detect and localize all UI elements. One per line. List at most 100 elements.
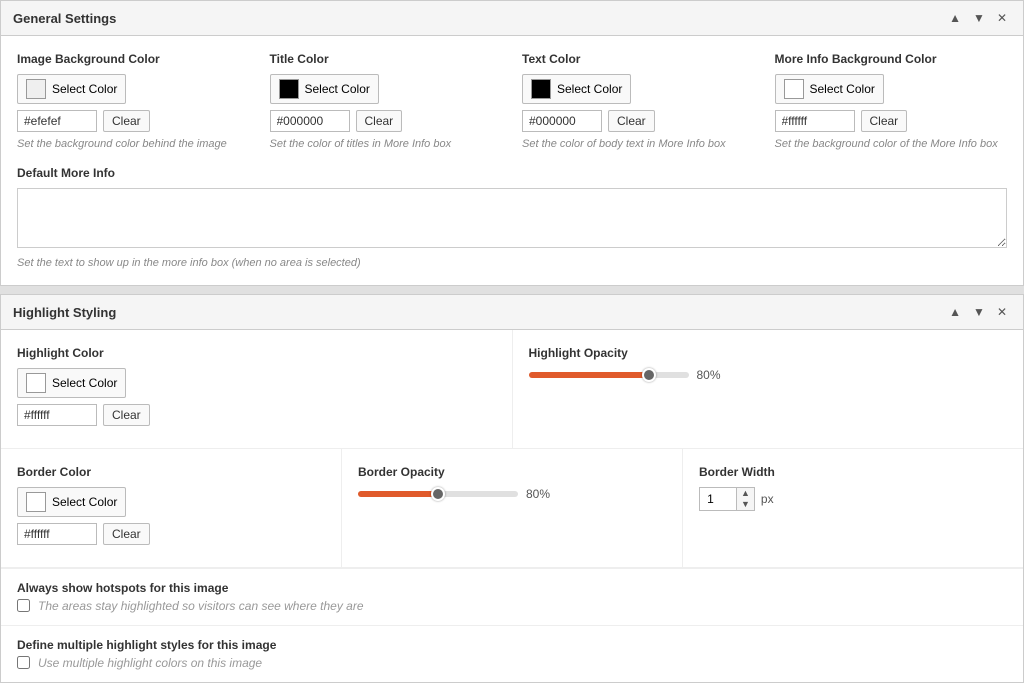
highlight-styling-title: Highlight Styling xyxy=(13,305,116,320)
image-bg-select-btn[interactable]: Select Color xyxy=(17,74,126,104)
border-row: Border Color Select Color Clear Border O… xyxy=(1,449,1023,568)
more-info-bg-hex-input[interactable] xyxy=(775,110,855,132)
border-width-down-btn[interactable]: ▼ xyxy=(737,499,754,510)
border-width-up-btn[interactable]: ▲ xyxy=(737,488,754,499)
more-info-bg-label: More Info Background Color xyxy=(775,52,1008,66)
text-color-value-row: Clear xyxy=(522,110,755,132)
border-width-col: Border Width ▲ ▼ px xyxy=(682,449,1023,567)
general-settings-close-btn[interactable]: ✕ xyxy=(993,9,1011,27)
title-color-btn-label: Select Color xyxy=(305,82,370,96)
default-more-info-textarea[interactable] xyxy=(17,188,1007,248)
border-opacity-track[interactable] xyxy=(358,491,518,497)
highlight-styling-header: Highlight Styling ▲ ▼ ✕ xyxy=(1,295,1023,330)
highlight-opacity-track[interactable] xyxy=(529,372,689,378)
image-bg-clear-btn[interactable]: Clear xyxy=(103,110,150,132)
border-color-swatch xyxy=(26,492,46,512)
border-width-input[interactable] xyxy=(700,489,736,509)
highlight-color-select-btn[interactable]: Select Color xyxy=(17,368,126,398)
highlight-styling-down-btn[interactable]: ▼ xyxy=(969,303,989,321)
highlight-opacity-label: Highlight Opacity xyxy=(529,346,1008,360)
more-info-bg-clear-btn[interactable]: Clear xyxy=(861,110,908,132)
default-more-info-label: Default More Info xyxy=(17,166,1007,180)
image-bg-value-row: Clear xyxy=(17,110,250,132)
text-color-label: Text Color xyxy=(522,52,755,66)
always-show-hotspots-title: Always show hotspots for this image xyxy=(17,581,1007,595)
general-settings-down-btn[interactable]: ▼ xyxy=(969,9,989,27)
always-show-hotspots-row: Always show hotspots for this image The … xyxy=(1,568,1023,625)
highlight-styling-close-btn[interactable]: ✕ xyxy=(993,303,1011,321)
highlight-opacity-slider: 80% xyxy=(529,368,1008,382)
highlight-styling-panel: Highlight Styling ▲ ▼ ✕ Highlight Color … xyxy=(0,294,1024,683)
highlight-color-label: Highlight Color xyxy=(17,346,496,360)
more-info-bg-swatch xyxy=(784,79,804,99)
image-bg-btn-label: Select Color xyxy=(52,82,117,96)
title-color-value-row: Clear xyxy=(270,110,503,132)
highlight-opacity-col: Highlight Opacity 80% xyxy=(512,330,1024,448)
border-opacity-label: Border Opacity xyxy=(358,465,666,479)
border-color-value-row: Clear xyxy=(17,523,325,545)
title-color-swatch xyxy=(279,79,299,99)
text-color-clear-btn[interactable]: Clear xyxy=(608,110,655,132)
always-show-hotspots-content: The areas stay highlighted so visitors c… xyxy=(17,599,1007,613)
highlight-color-col: Highlight Color Select Color Clear xyxy=(1,330,512,448)
image-bg-color-label: Image Background Color xyxy=(17,52,250,66)
border-opacity-thumb[interactable] xyxy=(431,487,445,501)
image-bg-hint: Set the background color behind the imag… xyxy=(17,138,250,150)
general-settings-body: Image Background Color Select Color Clea… xyxy=(1,36,1023,285)
text-color-btn-label: Select Color xyxy=(557,82,622,96)
image-bg-swatch xyxy=(26,79,46,99)
border-width-spinners: ▲ ▼ xyxy=(736,488,754,510)
text-color-field: Text Color Select Color Clear Set the co… xyxy=(522,52,755,150)
more-info-bg-hint: Set the background color of the More Inf… xyxy=(775,138,1008,150)
title-color-hex-input[interactable] xyxy=(270,110,350,132)
always-show-hotspots-checkbox[interactable] xyxy=(17,599,30,612)
image-bg-color-field: Image Background Color Select Color Clea… xyxy=(17,52,250,150)
highlight-color-opacity-row: Highlight Color Select Color Clear Highl… xyxy=(1,330,1023,449)
border-width-label: Border Width xyxy=(699,465,1007,479)
border-opacity-value: 80% xyxy=(526,487,550,501)
general-settings-title: General Settings xyxy=(13,11,116,26)
highlight-opacity-thumb[interactable] xyxy=(642,368,656,382)
define-multiple-styles-checkbox[interactable] xyxy=(17,656,30,669)
border-color-label: Border Color xyxy=(17,465,325,479)
more-info-bg-btn-label: Select Color xyxy=(810,82,875,96)
highlight-styling-controls: ▲ ▼ ✕ xyxy=(945,303,1011,321)
title-color-label: Title Color xyxy=(270,52,503,66)
image-bg-hex-input[interactable] xyxy=(17,110,97,132)
text-color-select-btn[interactable]: Select Color xyxy=(522,74,631,104)
highlight-color-btn-label: Select Color xyxy=(52,376,117,390)
border-color-hex-input[interactable] xyxy=(17,523,97,545)
more-info-bg-color-field: More Info Background Color Select Color … xyxy=(775,52,1008,150)
define-multiple-styles-row: Define multiple highlight styles for thi… xyxy=(1,625,1023,682)
border-opacity-col: Border Opacity 80% xyxy=(341,449,682,567)
border-color-col: Border Color Select Color Clear xyxy=(1,449,341,567)
default-more-info-section: Default More Info Set the text to show u… xyxy=(17,166,1007,269)
more-info-bg-value-row: Clear xyxy=(775,110,1008,132)
highlight-color-hex-input[interactable] xyxy=(17,404,97,426)
text-color-hex-input[interactable] xyxy=(522,110,602,132)
title-color-select-btn[interactable]: Select Color xyxy=(270,74,379,104)
more-info-bg-select-btn[interactable]: Select Color xyxy=(775,74,884,104)
border-opacity-slider: 80% xyxy=(358,487,666,501)
border-opacity-fill xyxy=(358,491,438,497)
general-settings-controls: ▲ ▼ ✕ xyxy=(945,9,1011,27)
define-multiple-styles-content: Use multiple highlight colors on this im… xyxy=(17,656,1007,670)
define-multiple-styles-title: Define multiple highlight styles for thi… xyxy=(17,638,1007,652)
highlight-opacity-fill xyxy=(529,372,649,378)
highlight-color-swatch xyxy=(26,373,46,393)
default-more-info-hint: Set the text to show up in the more info… xyxy=(17,257,1007,269)
text-color-hint: Set the color of body text in More Info … xyxy=(522,138,755,150)
border-width-unit: px xyxy=(761,492,774,506)
border-color-select-btn[interactable]: Select Color xyxy=(17,487,126,517)
highlight-color-clear-btn[interactable]: Clear xyxy=(103,404,150,426)
highlight-styling-up-btn[interactable]: ▲ xyxy=(945,303,965,321)
define-multiple-styles-label: Use multiple highlight colors on this im… xyxy=(38,656,262,670)
border-color-clear-btn[interactable]: Clear xyxy=(103,523,150,545)
border-width-row: ▲ ▼ px xyxy=(699,487,1007,511)
general-settings-header: General Settings ▲ ▼ ✕ xyxy=(1,1,1023,36)
general-settings-up-btn[interactable]: ▲ xyxy=(945,9,965,27)
border-color-btn-label: Select Color xyxy=(52,495,117,509)
title-color-clear-btn[interactable]: Clear xyxy=(356,110,403,132)
general-settings-panel: General Settings ▲ ▼ ✕ Image Background … xyxy=(0,0,1024,286)
border-width-input-wrap: ▲ ▼ xyxy=(699,487,755,511)
